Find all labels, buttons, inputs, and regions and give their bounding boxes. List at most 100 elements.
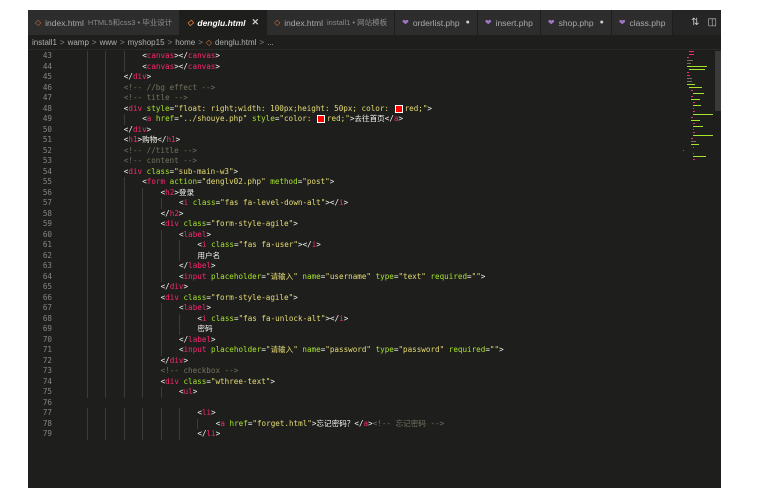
code-line[interactable]: 43 <canvas></canvas> — [28, 51, 678, 62]
compare-changes-icon[interactable]: ⇅ — [691, 17, 699, 28]
breadcrumb-segment[interactable]: home — [175, 38, 195, 47]
indent-guide — [123, 261, 125, 272]
code-token: 忘记密码？ — [316, 418, 355, 428]
code-text: <li> — [197, 408, 215, 419]
indent-guide — [142, 313, 144, 324]
code-line[interactable]: 69 密码 — [28, 324, 678, 335]
code-line[interactable]: 63 </label> — [28, 261, 678, 272]
breadcrumb-symbol[interactable]: ... — [267, 38, 274, 47]
indent-guide — [87, 240, 88, 251]
code-line[interactable]: 60 <label> — [28, 229, 678, 240]
breadcrumb-separator: > — [167, 37, 173, 47]
code-line[interactable]: 76 — [28, 398, 678, 409]
indent-guide — [105, 124, 107, 135]
color-swatch[interactable] — [394, 104, 403, 113]
code-line[interactable]: 77 <li> — [28, 408, 678, 419]
code-line[interactable]: 45 </div> — [28, 72, 678, 83]
minimap-line — [691, 90, 693, 91]
indent-guide — [160, 418, 162, 429]
editor-tab[interactable]: ❤ insert.php — [477, 10, 541, 35]
indent-guide — [87, 61, 88, 72]
line-number: 63 — [42, 261, 52, 270]
editor-tab[interactable]: ❤ orderlist.php ● — [395, 10, 478, 35]
code-line[interactable]: 75 <ul> — [28, 387, 678, 398]
code-line[interactable]: 56 <h2>登录 — [28, 187, 678, 198]
code-line[interactable]: 58 </h2> — [28, 208, 678, 219]
code-line[interactable]: 54 <div class="sub-main-w3"> — [28, 166, 678, 177]
code-line[interactable]: 73 <!-- checkbox --> — [28, 366, 678, 377]
code-line[interactable]: 46 <!-- //bg effect --> — [28, 82, 678, 93]
code-line[interactable]: 79 </li> — [28, 429, 678, 440]
code-line[interactable]: 70 </label> — [28, 334, 678, 345]
code-token: > — [293, 292, 298, 302]
code-line[interactable]: 66 <div class="form-style-agile"> — [28, 292, 678, 303]
code-line[interactable]: 52 <!-- //title --> — [28, 145, 678, 156]
minimap-line — [687, 60, 693, 61]
code-line[interactable]: 51 <h1>购物</h1> — [28, 135, 678, 146]
code-line[interactable]: 78 <a href="forget.html">忘记密码？</a><!-- 忘记… — [28, 418, 678, 429]
minimap[interactable] — [683, 51, 713, 171]
editor-tab[interactable]: ❤ shop.php ● — [540, 10, 612, 35]
code-line[interactable]: 59 <div class="form-style-agile"> — [28, 219, 678, 230]
code-line[interactable]: 57 <i class="fas fa-level-down-alt"></i> — [28, 198, 678, 209]
code-token: type — [375, 271, 394, 281]
code-token: ul — [183, 387, 193, 396]
code-line[interactable]: 67 <label> — [28, 303, 678, 314]
code-line[interactable]: 49 <a href="../shouye.php" style="color: … — [28, 114, 678, 125]
code-token: > — [206, 303, 212, 312]
code-line[interactable]: 50 </div> — [28, 124, 678, 135]
code-token: h1 — [166, 135, 176, 144]
code-token: 用户名 — [197, 250, 221, 260]
code-line[interactable]: 47 <!-- title --> — [28, 93, 678, 104]
modified-dot-icon: ● — [599, 19, 604, 26]
code-token: </ — [197, 429, 207, 438]
code-line[interactable]: 48 <div style="float: right;width: 100px;… — [28, 103, 678, 114]
code-token: > — [215, 51, 220, 60]
breadcrumb-segment[interactable]: myshop15 — [128, 38, 165, 47]
code-line[interactable]: 62 用户名 — [28, 250, 678, 261]
indent-guide — [142, 219, 144, 230]
indent-guide — [160, 261, 162, 272]
tab-label: orderlist.php — [412, 17, 460, 28]
code-token: > — [206, 229, 212, 239]
color-swatch[interactable] — [316, 115, 325, 123]
code-line[interactable]: 53 <!-- content --> — [28, 156, 678, 167]
code-line[interactable]: 71 <input placeholder="请输入" name="passwor… — [28, 345, 678, 356]
indent-guide — [105, 334, 107, 345]
code-line[interactable]: 61 <i class="fas fa-user"></i> — [28, 240, 678, 251]
split-editor-icon[interactable]: ◫ — [708, 17, 717, 28]
indent-guide — [105, 387, 107, 398]
code-line[interactable]: 44 <canvas></canvas> — [28, 61, 678, 72]
code-line[interactable]: 55 <form action="denglv02.php" method="po… — [28, 177, 678, 188]
minimap-line — [693, 132, 696, 133]
indent-guide — [105, 408, 107, 419]
editor-tab[interactable]: ◇ index.html install1 • 网站模板 — [267, 10, 396, 35]
vertical-scrollbar[interactable] — [715, 51, 721, 111]
breadcrumb-segment[interactable]: install1 — [32, 38, 57, 47]
minimap-line — [693, 129, 694, 130]
breadcrumb-file[interactable]: denglu.html — [215, 38, 256, 47]
indent-guide — [105, 198, 107, 209]
code-token: </ — [384, 114, 394, 123]
code-line[interactable]: 64 <input placeholder="请输入" name="usernam… — [28, 271, 678, 282]
code-line[interactable]: 65 </div> — [28, 282, 678, 293]
breadcrumb-segment[interactable]: www — [100, 38, 117, 47]
editor-tab[interactable]: ◇ index.html HTML5和css3 • 毕业设计 — [28, 10, 181, 35]
indent-guide — [179, 250, 180, 261]
code-text: <label> — [179, 303, 211, 314]
editor-tab[interactable]: ❤ class.php — [611, 10, 674, 35]
code-line[interactable]: 74 <div class="wthree-text"> — [28, 376, 678, 387]
code-line[interactable]: 72 </div> — [28, 355, 678, 366]
breadcrumb-segment[interactable]: wamp — [68, 38, 89, 47]
code-line[interactable]: 68 <i class="fas fa-unlock-alt"></i> — [28, 313, 678, 324]
code-area[interactable]: 43 <canvas></canvas> 44 <canvas></canvas> 45… — [28, 51, 678, 488]
code-token: "text" — [398, 271, 426, 281]
code-token: "请输入" — [265, 271, 298, 281]
close-icon[interactable]: ✕ — [252, 17, 260, 28]
indent-guide — [87, 177, 88, 188]
line-number: 75 — [42, 387, 52, 396]
html-file-icon: ◇ — [187, 18, 194, 27]
minimap-line — [689, 51, 695, 52]
indent-guide — [87, 51, 88, 62]
editor-tab[interactable]: ◇ denglu.html ✕ — [180, 10, 268, 35]
